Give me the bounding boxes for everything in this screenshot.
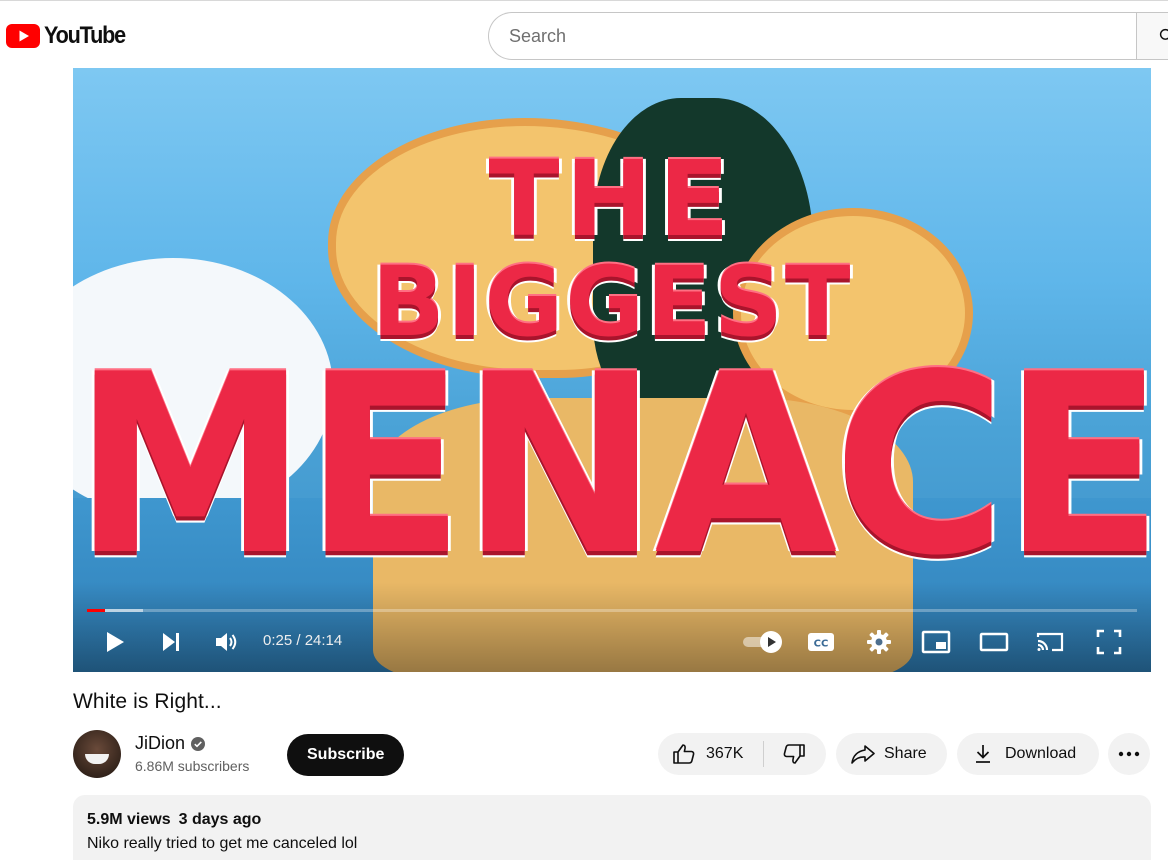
play-icon <box>107 632 124 652</box>
dislike-button[interactable] <box>764 733 824 775</box>
search-icon <box>1159 28 1168 40</box>
theater-icon <box>979 632 1009 652</box>
search-input[interactable] <box>509 25 1138 47</box>
like-dislike-group: 367K <box>658 733 826 775</box>
subscribe-button[interactable]: Subscribe <box>287 734 405 776</box>
more-horizontal-icon <box>1118 751 1140 757</box>
cast-button[interactable] <box>1033 626 1067 658</box>
channel-info: JiDion 6.86M subscribers <box>135 733 249 774</box>
download-button[interactable]: Download <box>957 733 1099 775</box>
subscriber-count: 6.86M subscribers <box>135 758 250 774</box>
captions-button[interactable]: CC <box>805 626 837 658</box>
search-box <box>488 12 1138 60</box>
autoplay-icon <box>743 631 782 653</box>
more-actions-button[interactable] <box>1108 733 1150 775</box>
fullscreen-icon <box>1096 629 1122 655</box>
cast-icon <box>1036 632 1064 652</box>
video-player[interactable]: THE BIGGEST MENACE 0:25 / 24:14 CC <box>73 68 1151 672</box>
volume-icon <box>216 633 237 651</box>
miniplayer-button[interactable] <box>919 626 953 658</box>
channel-name: JiDion <box>135 733 186 753</box>
volume-button[interactable] <box>211 626 243 658</box>
autoplay-toggle[interactable] <box>737 626 785 658</box>
like-count: 367K <box>706 745 744 762</box>
channel-name-link[interactable]: JiDion <box>135 733 206 754</box>
owner-row: JiDion 6.86M subscribers Subscribe <box>73 729 405 779</box>
theater-button[interactable] <box>977 626 1011 658</box>
channel-avatar[interactable] <box>73 730 121 778</box>
settings-icon <box>867 630 891 654</box>
share-label: Share <box>884 745 927 762</box>
share-button[interactable]: Share <box>836 733 947 775</box>
next-button[interactable] <box>155 626 187 658</box>
description-text: Niko really tried to get me canceled lol <box>87 835 358 852</box>
download-label: Download <box>1005 745 1077 762</box>
thumbs-up-icon <box>673 744 695 764</box>
progress-bar[interactable] <box>87 609 1137 612</box>
video-title: White is Right... <box>73 690 222 713</box>
miniplayer-icon <box>921 630 951 654</box>
thumbnail-text-the: THE <box>488 138 736 260</box>
youtube-play-logo-icon <box>6 24 40 48</box>
verified-badge-icon <box>191 736 206 751</box>
fullscreen-button[interactable] <box>1093 626 1125 658</box>
description-box[interactable]: 5.9M views 3 days ago Niko really tried … <box>73 795 1151 860</box>
progress-played <box>87 609 106 612</box>
play-button[interactable] <box>99 626 131 658</box>
masthead: YouTube <box>0 0 1168 68</box>
youtube-logo-text: YouTube <box>44 22 126 49</box>
youtube-logo[interactable]: YouTube <box>6 22 134 49</box>
search-button[interactable] <box>1136 12 1168 60</box>
share-arrow-icon <box>851 745 875 764</box>
description-meta: 5.9M views 3 days ago <box>87 811 1137 829</box>
captions-label: CC <box>814 639 829 650</box>
captions-icon: CC <box>808 633 834 651</box>
view-count: 5.9M views <box>87 811 171 828</box>
download-icon <box>976 745 990 763</box>
settings-button[interactable] <box>863 626 895 658</box>
like-button[interactable]: 367K <box>658 741 764 767</box>
upload-date: 3 days ago <box>178 811 262 828</box>
next-icon <box>163 633 179 651</box>
time-display: 0:25 / 24:14 <box>263 632 343 649</box>
thumbs-down-icon <box>783 744 805 764</box>
thumbnail-text-menace: MENACE <box>73 321 1151 610</box>
